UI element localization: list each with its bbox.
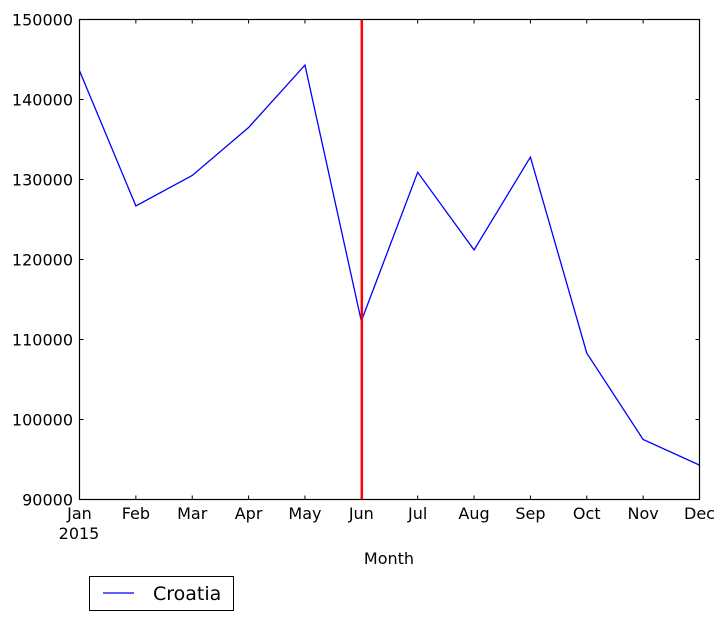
x-axis-year-label: 2015 (59, 524, 100, 543)
y-tick-label-90000: 90000 (22, 491, 73, 510)
x-tick-label-jun: Jun (348, 504, 374, 523)
data-layer (78, 19, 700, 500)
x-tick-label-jul: Jul (407, 504, 427, 523)
y-tick-label-120000: 120000 (12, 251, 73, 270)
x-tick-label-sep: Sep (515, 504, 545, 523)
plot-frame (78, 18, 701, 501)
legend-label-croatia: Croatia (153, 583, 221, 605)
x-tick-label-aug: Aug (458, 504, 489, 523)
x-tick-label-may: May (288, 504, 321, 523)
y-tick-label-140000: 140000 (12, 91, 73, 110)
x-tick-label-apr: Apr (235, 504, 263, 523)
x-tick-label-oct: Oct (573, 504, 601, 523)
y-tick-label-150000: 150000 (12, 11, 73, 30)
x-tick-label-feb: Feb (122, 504, 150, 523)
y-tick-label-100000: 100000 (12, 411, 73, 430)
x-tick-label-dec: Dec (684, 504, 715, 523)
labels-layer: Jan Feb Mar Apr May Jun Jul Aug Sep Oct Nov Dec9000… (12, 11, 715, 524)
line-chart: Jan Feb Mar Apr May Jun Jul Aug Sep Oct Nov Dec9000… (12, 11, 715, 611)
series-line-croatia (78, 63, 700, 466)
y-tick-label-130000: 130000 (12, 171, 73, 190)
x-axis-label: Month (364, 549, 414, 568)
legend: Croatia (89, 576, 234, 611)
x-tick-label-nov: Nov (628, 504, 659, 523)
ticks-layer (79, 19, 700, 500)
y-tick-label-110000: 110000 (12, 331, 73, 350)
x-tick-label-mar: Mar (177, 504, 208, 523)
